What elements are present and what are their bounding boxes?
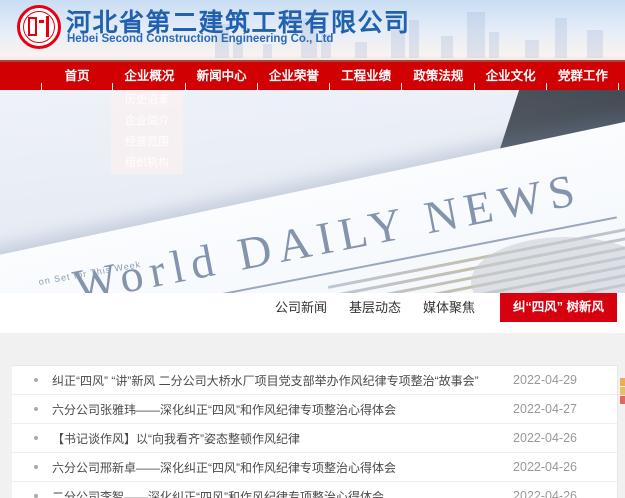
news-date: 2022-04-26 — [513, 431, 577, 445]
news-date: 2022-04-27 — [513, 402, 577, 416]
company-logo-icon[interactable] — [17, 5, 61, 49]
news-title[interactable]: 六分公司张雅玮——深化纠正“四风”和作风纪律专项整治心得体会 — [52, 401, 501, 418]
tab-grassroots[interactable]: 基层动态 — [349, 293, 401, 322]
section-tabbar: 公司新闻 基层动态 媒体聚焦 纠“四风” 树新风 — [0, 293, 625, 333]
news-date: 2022-04-26 — [513, 460, 577, 474]
nav-item-projects[interactable]: 工程业绩 — [330, 62, 402, 90]
nav-item-honors[interactable]: 企业荣誉 — [258, 62, 330, 90]
list-item[interactable]: 纠正“四风” “讲”新风 二分公司大桥水厂项目党支部举办作风纪律专项整治“故事会… — [12, 366, 617, 395]
nav-item-culture[interactable]: 企业文化 — [475, 62, 547, 90]
nav-item-overview[interactable]: 企业概况 — [113, 62, 185, 90]
bullet-icon — [34, 407, 38, 411]
tab-four-winds-active[interactable]: 纠“四风” 树新风 — [500, 293, 617, 322]
news-title[interactable]: 六分公司邢新卓——深化纠正“四风”和作风纪律专项整治心得体会 — [52, 459, 501, 476]
section-tabs: 公司新闻 基层动态 媒体聚焦 纠“四风” 树新风 — [264, 293, 617, 322]
widget-segment-icon[interactable] — [620, 396, 625, 404]
nav-item-news[interactable]: 新闻中心 — [186, 62, 258, 90]
dropdown-item-history[interactable]: 历史沿革 — [111, 90, 183, 111]
nav-dropdown-overview: 历史沿革 企业简介 经营范围 组织机构 — [111, 90, 183, 174]
logo-seal-mark — [39, 20, 44, 23]
news-title[interactable]: 二分公司李智——深化纠正“四风”和作风纪律专项整治心得体会 — [52, 488, 501, 498]
nav-item-party[interactable]: 党群工作 — [547, 62, 619, 90]
site-header: 河北省第二建筑工程有限公司 Hebei Second Construction … — [0, 0, 625, 62]
content-area: 纠正“四风” “讲”新风 二分公司大桥水厂项目党支部举办作风纪律专项整治“故事会… — [0, 333, 625, 498]
dropdown-item-profile[interactable]: 企业简介 — [111, 111, 183, 132]
bullet-icon — [34, 465, 38, 469]
floating-side-widget[interactable] — [620, 378, 625, 405]
list-item[interactable]: 二分公司李智——深化纠正“四风”和作风纪律专项整治心得体会 2022-04-26 — [12, 482, 617, 498]
company-name-en: Hebei Second Construction Engineering Co… — [67, 33, 333, 45]
nav-item-policy[interactable]: 政策法规 — [402, 62, 474, 90]
tab-company-news[interactable]: 公司新闻 — [275, 293, 327, 322]
main-nav-items: 首页 企业概况 新闻中心 企业荣誉 工程业绩 政策法规 企业文化 党群工作 — [41, 62, 619, 90]
logo-seal-mark — [28, 17, 37, 36]
dropdown-item-scope[interactable]: 经营范围 — [111, 132, 183, 153]
dropdown-item-organization[interactable]: 组织机构 — [111, 153, 183, 174]
news-date: 2022-04-26 — [513, 489, 577, 498]
widget-segment-icon[interactable] — [620, 378, 625, 386]
list-item[interactable]: 【书记谈作风】以“向我看齐”姿态整顿作风纪律 2022-04-26 — [12, 424, 617, 453]
news-list-card: 纠正“四风” “讲”新风 二分公司大桥水厂项目党支部举办作风纪律专项整治“故事会… — [12, 365, 618, 498]
list-item[interactable]: 六分公司邢新卓——深化纠正“四风”和作风纪律专项整治心得体会 2022-04-2… — [12, 453, 617, 482]
hero-banner: World DAILY NEWS on Set for This Week 历史… — [0, 90, 625, 293]
news-date: 2022-04-29 — [513, 373, 577, 387]
widget-segment-icon[interactable] — [620, 387, 625, 395]
nav-item-home[interactable]: 首页 — [41, 62, 113, 90]
list-item[interactable]: 六分公司张雅玮——深化纠正“四风”和作风纪律专项整治心得体会 2022-04-2… — [12, 395, 617, 424]
page: 河北省第二建筑工程有限公司 Hebei Second Construction … — [0, 0, 625, 498]
bullet-icon — [34, 436, 38, 440]
main-nav: 首页 企业概况 新闻中心 企业荣誉 工程业绩 政策法规 企业文化 党群工作 — [0, 62, 625, 90]
tab-media-focus[interactable]: 媒体聚焦 — [423, 293, 475, 322]
bullet-icon — [34, 378, 38, 382]
news-title[interactable]: 纠正“四风” “讲”新风 二分公司大桥水厂项目党支部举办作风纪律专项整治“故事会… — [52, 372, 501, 389]
bullet-icon — [34, 494, 38, 498]
logo-seal-mark — [46, 16, 49, 37]
news-title[interactable]: 【书记谈作风】以“向我看齐”姿态整顿作风纪律 — [52, 430, 501, 447]
